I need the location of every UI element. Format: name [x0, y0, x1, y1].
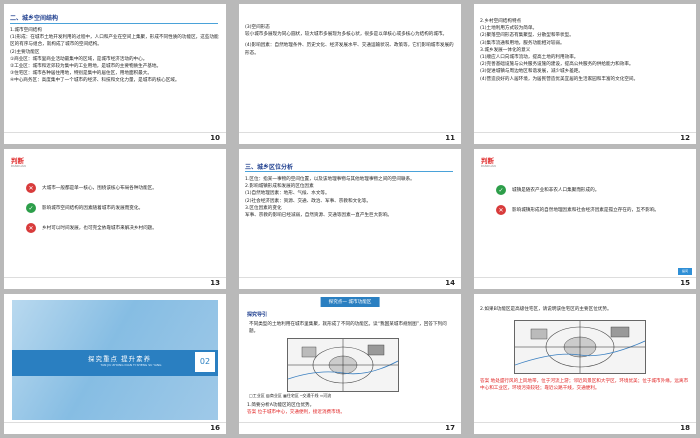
- topic-tab: 探究点一 城市功能区: [320, 297, 380, 307]
- question-text: 1.简要分析A功能区的区位优势。: [247, 403, 315, 408]
- slide-number: 17: [445, 424, 455, 432]
- slide-footer: [239, 132, 461, 144]
- judge-text: 乡村可以时间发展，也可完全依靠城市来解决乡村问题。: [42, 226, 157, 231]
- slide-number: 10: [210, 134, 220, 142]
- city-map-drawing: [514, 321, 646, 373]
- judge-text: 影响城市空间结构的因素随着城市的发展而变化。: [42, 206, 144, 211]
- judge-item: ✓ 城镇是随农产业和非农人口集聚而形成的。: [496, 185, 690, 195]
- section-cover-panel: 探究重点 提升素养 TAN JIU ZHONG DIAN TI SHENG SU…: [12, 300, 218, 420]
- judge-item: ✕ 乡村可以时间发展，也可完全依靠城市来解决乡村问题。: [26, 223, 220, 233]
- text-line: 3.城乡发展一体化的意义: [480, 47, 531, 53]
- text-line: ④中心商务区：高度集中了一个城市的经济、科技和文化力量，是城市的核心区域。: [10, 78, 180, 84]
- slide-number: 13: [210, 279, 220, 287]
- slide-thumbnail-13[interactable]: 判断 PANDUAN ✕ 大城市一般都是单一核心，围绕该核心布局各种功能区。 ✓…: [4, 149, 226, 289]
- slide-body: 1.区位：指某一事物的空间位置，以及该地理事物与其他地理事物之间的空间联系。 2…: [245, 176, 455, 219]
- slide-body: 1.城市空间结构 (1)形成：在城市土地开发利用的过程中，人口和产业在空间上集聚…: [10, 27, 220, 85]
- slide-number: 12: [680, 134, 690, 142]
- slide-number: 11: [445, 134, 455, 142]
- slide-footer: [239, 422, 461, 434]
- judge-subtitle: PANDUAN: [481, 164, 496, 168]
- text-line: (4)影响因素：自然地理条件、历史文化、经济发展水平、交通运输状况、政策等，它们…: [245, 43, 454, 56]
- judge-item: ✕ 大城市一般都是单一核心，围绕该核心布局各种功能区。: [26, 183, 220, 193]
- text-line: 不同类型的土地利用在城市里集聚，就形成了不同的功能区。读“我国某城市规划图”，回…: [249, 322, 447, 335]
- slide-body: 不同类型的土地利用在城市里集聚，就形成了不同的功能区。读“我国某城市规划图”，回…: [249, 321, 455, 335]
- judge-item: ✓ 影响城市空间结构的因素随着城市的发展而变化。: [26, 203, 220, 213]
- city-map-drawing: [287, 339, 399, 391]
- judge-text: 影响城镇形成的自然地理因素和社会经济因素是孤立存在的，互不影响。: [512, 208, 660, 213]
- city-plan-map: [287, 338, 399, 392]
- heading-underline: [245, 171, 453, 172]
- slide-thumbnail-10[interactable]: 二、城乡空间结构 1.城市空间结构 (1)形成：在城市土地开发利用的过程中，人口…: [4, 4, 226, 144]
- slide-thumbnail-14[interactable]: 三、城乡区位分析 1.区位：指某一事物的空间位置，以及该地理事物与其他地理事物之…: [239, 149, 461, 289]
- section-heading: 三、城乡区位分析: [245, 164, 294, 171]
- answer-text: 答案 位于城市中心，交通便利，接近消费市场。: [247, 410, 345, 416]
- answer-block: 答案 地处盛行风的上风地带，位于河流上游；邻近风景区和大学区，环境优美；位于城市…: [480, 378, 690, 392]
- text-line: 2.影响城镇形成和发展的区位因素: [245, 184, 314, 190]
- text-line: ①商业区：城市里商业活动最集中的区域，是城市经济活动的中心。: [10, 56, 148, 62]
- slide-footer: [474, 422, 696, 434]
- text-line: 较小城市多展现为同心圆状，较大城市多展现为多核心状，很多是以单核心或多核心为结构…: [245, 32, 448, 38]
- text-line: 3.区位因素的变化: [245, 205, 282, 211]
- question-button[interactable]: 提问: [678, 268, 692, 275]
- slide-footer: [4, 132, 226, 144]
- slide-number: 14: [445, 279, 455, 287]
- text-line: (1)自然地理因素：地形、气候、水文等。: [245, 191, 330, 197]
- check-icon: ✓: [26, 203, 36, 213]
- cover-subtitle: TAN JIU ZHONG DIAN TI SHENG SU YANG: [100, 363, 162, 367]
- slide-thumbnail-11[interactable]: (3)空间形态 较小城市多展现为同心圆状，较大城市多展现为多核心状，很多是以单核…: [239, 4, 461, 144]
- section-heading: 二、城乡空间结构: [10, 15, 59, 22]
- heading-underline: [10, 23, 218, 24]
- cover-title: 探究重点 提升素养: [88, 355, 152, 363]
- section-number: 02: [195, 352, 215, 372]
- slide-number: 18: [680, 424, 690, 432]
- judge-item: ✕ 影响城镇形成的自然地理因素和社会经济因素是孤立存在的，互不影响。: [496, 205, 690, 215]
- text-line: 军事、宗教的影响已经减弱，自然资源、交通等因素一直产生巨大影响。: [245, 213, 393, 219]
- text-line: (2)主要功能区: [10, 49, 40, 55]
- judge-subtitle: PANDUAN: [11, 164, 26, 168]
- city-plan-map: [514, 320, 646, 374]
- explore-label: 探究导引: [247, 312, 268, 318]
- text-line: (3)促进城镇与周边地区和谐发展，减少城乡差距。: [480, 69, 583, 75]
- slide-number: 16: [210, 424, 220, 432]
- slide-body: 2.如果B功能区是高级住宅区，请说明该住宅区的主要区位优势。: [480, 306, 690, 313]
- map-legend: □工业区 ▨商业区 ▦住宅区 ─交通干线 ≈河流: [249, 393, 332, 398]
- check-icon: ✓: [496, 185, 506, 195]
- text-line: ③住宅区：城市各种居住用地，特别是集中的居住区，用地面积最大。: [10, 71, 152, 77]
- cross-icon: ✕: [26, 223, 36, 233]
- slide-thumbnail-12[interactable]: 2.乡村空间结构特点 (1)土地利用方式较为简单。 (2)聚落空间形态有集聚型、…: [474, 4, 696, 144]
- text-line: 1.城市空间结构: [10, 28, 42, 33]
- slide-body: (3)空间形态 较小城市多展现为同心圆状，较大城市多展现为多核心状，很多是以单核…: [245, 24, 455, 57]
- text-line: (2)聚落空间形态有集聚型、分散型和带状型。: [480, 33, 574, 39]
- text-line: (3)空间形态: [245, 25, 270, 30]
- slide-footer: [474, 132, 696, 144]
- slide-thumbnail-16[interactable]: 探究重点 提升素养 TAN JIU ZHONG DIAN TI SHENG SU…: [4, 294, 226, 434]
- slide-thumbnail-17[interactable]: 探究点一 城市功能区 探究导引 不同类型的土地利用在城市里集聚，就形成了不同的功…: [239, 294, 461, 434]
- text-line: (2)完善基础设施与公共服务设施的建设，提高公共服务的供给能力和效率。: [480, 62, 634, 68]
- slide-thumbnail-15[interactable]: 判断 PANDUAN ✓ 城镇是随农产业和非农人口集聚而形成的。 ✕ 影响城镇形…: [474, 149, 696, 289]
- text-line: 1.区位：指某一事物的空间位置，以及该地理事物与其他地理事物之间的空间联系。: [245, 177, 415, 182]
- text-line: (1)形成：在城市土地开发利用的过程中，人口和产业在空间上集聚，形成不同性质的功…: [10, 35, 219, 48]
- slide-number: 15: [680, 279, 690, 287]
- judge-text: 大城市一般都是单一核心，围绕该核心布局各种功能区。: [42, 186, 157, 191]
- text-line: 2.乡村空间结构特点: [480, 19, 522, 24]
- judge-text: 城镇是随农产业和非农人口集聚而形成的。: [512, 188, 600, 193]
- question-text: 2.如果B功能区是高级住宅区，请说明该住宅区的主要区位优势。: [480, 307, 612, 312]
- slide-footer: [239, 277, 461, 289]
- slide-body: 2.乡村空间结构特点 (1)土地利用方式较为简单。 (2)聚落空间形态有集聚型、…: [480, 18, 690, 83]
- text-line: (3)集市流通和用地，服务功能相对较弱。: [480, 40, 565, 46]
- text-line: (4)营造良好的人居环境，为居民营造优美宜居的生活家园和丰富的文化空间。: [480, 76, 639, 82]
- answer-text: 答案 地处盛行风的上风地带，位于河流上游；邻近风景区和大学区，环境优美；位于城市…: [480, 379, 689, 392]
- cross-icon: ✕: [26, 183, 36, 193]
- slide-thumbnail-18[interactable]: 2.如果B功能区是高级住宅区，请说明该住宅区的主要区位优势。 答案 地处盛行风的…: [474, 294, 696, 434]
- cross-icon: ✕: [496, 205, 506, 215]
- slide-footer: [4, 422, 226, 434]
- question-block: 1.简要分析A功能区的区位优势。 答案 位于城市中心，交通便利，接近消费市场。: [247, 402, 455, 416]
- slide-footer: [474, 277, 696, 289]
- text-line: (2)社会经济因素：资源、交通、政治、军事、宗教和文化等。: [245, 198, 371, 204]
- text-line: ②工业区：城市和近郊较为集中的工业用地，是城市的主要物质生产基地。: [10, 64, 162, 70]
- text-line: (1)土地利用方式较为简单。: [480, 26, 538, 32]
- text-line: (1)顺应人口向城市流动，提高土地的利用效率。: [480, 55, 579, 61]
- slide-footer: [4, 277, 226, 289]
